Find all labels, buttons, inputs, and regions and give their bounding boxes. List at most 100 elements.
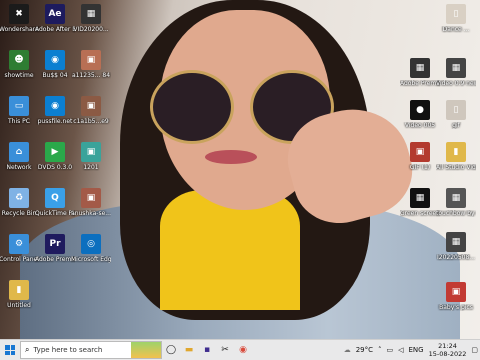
chrome-taskbar-icon[interactable]: ◉ [234, 341, 252, 359]
desktop-icon-wondershare[interactable]: ✖ Wondershare Filmora9 [0, 4, 39, 33]
video1-icon: ▦ [81, 4, 101, 24]
task-view-icon[interactable]: ◯ [162, 341, 180, 359]
r10-icon: ▦ [446, 232, 466, 252]
desktop-icon-label: Video 0.9 new [436, 80, 476, 87]
desktop-icon-label: touchbow by dream tour [436, 210, 476, 217]
desktop-icon-label: showtime [4, 72, 34, 79]
network-icon[interactable]: ▭ [386, 346, 393, 354]
desktop-icon-img1[interactable]: ▣ a11235... 84 [71, 50, 111, 79]
desktop-icon-r2[interactable]: ▦ Adobe Premiere Pro... [400, 58, 440, 87]
desktop-icon-r5[interactable]: ▯ gif [436, 100, 476, 129]
desktop-icon-label: All Studio Videos [436, 164, 476, 171]
network-icon: ⌂ [9, 142, 29, 162]
desktop-icon-aftereffects[interactable]: Ae Adobe After Effects 2020 [35, 4, 75, 33]
desktop-icon-r9[interactable]: ▦ touchbow by dream tour [436, 188, 476, 217]
temperature[interactable]: 29°C [356, 346, 373, 354]
desktop-icon-r6[interactable]: ▣ GIF (1) [400, 142, 440, 171]
desktop-icon-label: a11235... 84 [71, 72, 111, 79]
desktop-icon-label: Green screen Plane... [400, 210, 440, 217]
control-icon: ⚙ [9, 234, 29, 254]
capcut-taskbar-icon[interactable]: ✂ [216, 341, 234, 359]
desktop-icon-label: I20220508... [436, 254, 476, 261]
search-highlight-icon [131, 342, 161, 358]
desktop-icon-r1[interactable]: ▯ Dance ... [436, 4, 476, 33]
desktop-icon-recycle[interactable]: ♻ Recycle Bin [0, 188, 39, 217]
desktop-icon-label: Adobe Premiere P... [35, 256, 75, 263]
language[interactable]: ENG [409, 346, 424, 354]
file-explorer-icon[interactable]: ▬ [180, 341, 198, 359]
r1-icon: ▯ [446, 4, 466, 24]
desktop-icon-label: Video 005 [404, 122, 436, 129]
notification-icon[interactable]: ▢ [471, 346, 478, 354]
desktop-icon-label: GIF (1) [409, 164, 431, 171]
wallpaper-lips [205, 150, 257, 164]
desktop-icon-showtime[interactable]: ☻ showtime [0, 50, 39, 79]
premiere-taskbar-icon[interactable]: ▪ [198, 341, 216, 359]
desktop-icon-edge[interactable]: ◎ Microsoft Edge [71, 234, 111, 263]
desktop-icon-untitled[interactable]: ▮ Untitled [0, 280, 39, 309]
desktop-icon-r11[interactable]: ▣ Baby's pics [436, 282, 476, 311]
thispc-icon: ▭ [9, 96, 29, 116]
pussfile-icon: ◉ [45, 96, 65, 116]
taskbar-search[interactable]: ⌕ Type here to search [20, 341, 162, 359]
desktop-icon-label: Control Panel [0, 256, 39, 263]
desktop-icon-control[interactable]: ⚙ Control Panel [0, 234, 39, 263]
desktop-icon-label: Network [6, 164, 32, 171]
desktop-icon-label: Adobe After Effects 2020 [35, 26, 75, 33]
r9-icon: ▦ [446, 188, 466, 208]
buss-icon: ◉ [45, 50, 65, 70]
desktop-icon-quicktime[interactable]: Q QuickTime Player [35, 188, 75, 217]
desktop-icon-img2[interactable]: ▣ c1a1b5...e9 [71, 96, 111, 125]
desktop-icon-label: c1a1b5...e9 [73, 118, 109, 125]
desktop-icon-video1[interactable]: ▦ VID20200... [71, 4, 111, 33]
desktop-icon-label: Adobe Premiere Pro... [400, 80, 440, 87]
desktop-icon-r8[interactable]: ▦ Green screen Plane... [400, 188, 440, 217]
start-button[interactable] [0, 340, 20, 360]
taskbar: ⌕ Type here to search ◯ ▬ ▪ ✂ ◉ ☁ 29°C ˄… [0, 339, 480, 360]
showtime-icon: ☻ [9, 50, 29, 70]
img3-icon: ▣ [81, 142, 101, 162]
desktop-icon-label: Microsoft Edge [71, 256, 111, 263]
desktop-icon-thispc[interactable]: ▭ This PC [0, 96, 39, 125]
chevron-up-icon[interactable]: ˄ [378, 346, 382, 354]
desktop-icon-premiere[interactable]: Pr Adobe Premiere P... [35, 234, 75, 263]
r6-icon: ▣ [410, 142, 430, 162]
desktop-icon-dvd[interactable]: ▶ DVDS 0.3.0 [35, 142, 75, 171]
desktop-icon-label: Recycle Bin [1, 210, 37, 217]
volume-icon[interactable]: ◁ [398, 346, 403, 354]
r3-icon: ▦ [446, 58, 466, 78]
desktop-icon-img3[interactable]: ▣ 1201 [71, 142, 111, 171]
search-icon: ⌕ [25, 345, 30, 354]
edge-icon: ◎ [81, 234, 101, 254]
weather-icon[interactable]: ☁ [344, 346, 351, 354]
r8-icon: ▦ [410, 188, 430, 208]
desktop-icon-buss[interactable]: ◉ Bu$$ 04 [35, 50, 75, 79]
r2-icon: ▦ [410, 58, 430, 78]
desktop-icon-label: anushka-se... [71, 210, 111, 217]
desktop-icon-network[interactable]: ⌂ Network [0, 142, 39, 171]
desktop-icon-label: DVDS 0.3.0 [37, 164, 73, 171]
premiere-icon: Pr [45, 234, 65, 254]
desktop-icon-r3[interactable]: ▦ Video 0.9 new [436, 58, 476, 87]
desktop-icon-anushka[interactable]: ▣ anushka-se... [71, 188, 111, 217]
desktop-icon-pussfile[interactable]: ◉ pussfile.net [35, 96, 75, 125]
desktop-icon-label: QuickTime Player [35, 210, 75, 217]
recycle-icon: ♻ [9, 188, 29, 208]
anushka-icon: ▣ [81, 188, 101, 208]
wondershare-icon: ✖ [9, 4, 29, 24]
aftereffects-icon: Ae [45, 4, 65, 24]
r7-icon: ▮ [446, 142, 466, 162]
desktop-icon-label: gif [452, 122, 460, 129]
wallpaper-glasses-left [150, 70, 234, 144]
clock[interactable]: 21:24 15-08-2022 [429, 342, 467, 358]
desktop-icon-r10[interactable]: ▦ I20220508... [436, 232, 476, 261]
system-tray: ☁ 29°C ˄ ▭ ◁ ENG 21:24 15-08-2022 ▢ [344, 340, 478, 360]
desktop-icon-label: Baby's pics [439, 304, 473, 311]
desktop-icon-r4[interactable]: ● Video 005 [400, 100, 440, 129]
img2-icon: ▣ [81, 96, 101, 116]
r5-icon: ▯ [446, 100, 466, 120]
desktop-icon-label: This PC [8, 118, 30, 125]
untitled-icon: ▮ [9, 280, 29, 300]
desktop-icon-r7[interactable]: ▮ All Studio Videos [436, 142, 476, 171]
desktop-icon-label: Untitled [7, 302, 31, 309]
